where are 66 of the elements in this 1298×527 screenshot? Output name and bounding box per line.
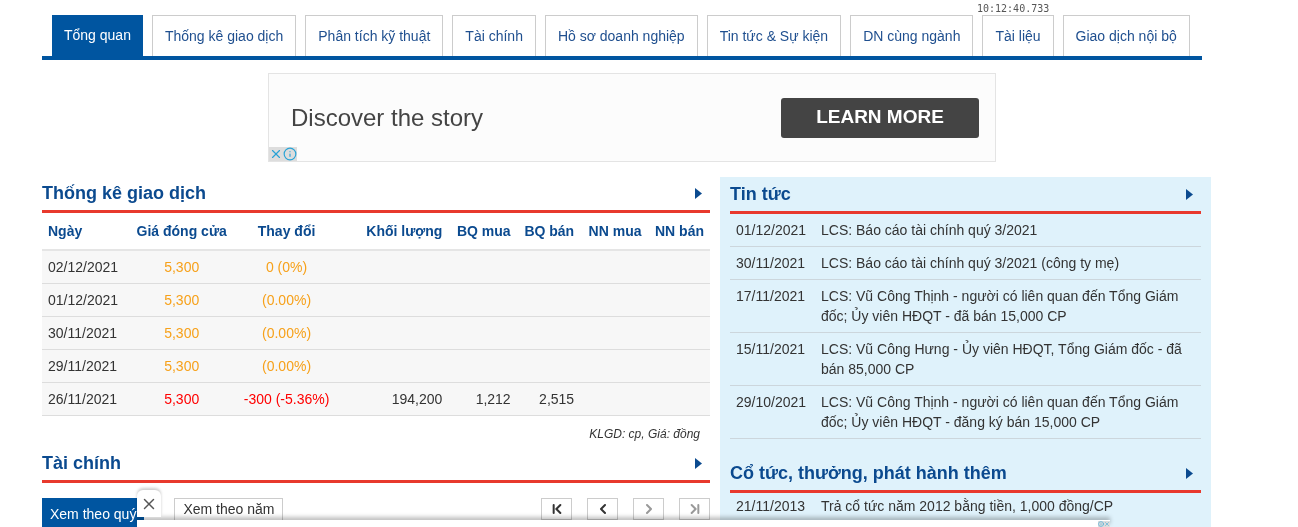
column-header: BQ mua — [456, 221, 511, 241]
table-cell-text: 5,300 — [163, 290, 201, 310]
nav-tab[interactable]: Tài liệu — [982, 15, 1054, 56]
column-header: Khối lượng — [365, 221, 443, 241]
news-link[interactable]: LCS: Vũ Công Hưng - Ủy viên HĐQT, Tổng Giám đốc - đã bán 85,000 CP — [821, 339, 1201, 379]
news-date: 29/10/2021 — [736, 393, 806, 412]
news-link[interactable]: LCS: Vũ Công Thịnh - người có liên quan đến Tổng Giám đốc; Ủy viên HĐQT - đã bán 15,000 CP — [821, 286, 1201, 326]
table-cell-text: 26/11/2021 — [48, 389, 119, 409]
table-cell-text: 2,515 — [538, 389, 575, 409]
nav-tab[interactable]: Tài chính — [452, 15, 536, 56]
nav-tab[interactable]: Thống kê giao dịch — [151, 15, 297, 56]
news-link[interactable]: LCS: Báo cáo tài chính quý 3/2021 — [821, 220, 1046, 240]
nav-tab[interactable]: Tin tức & Sự kiện — [706, 15, 842, 56]
column-header: BQ bán — [523, 221, 575, 241]
nav-tab[interactable]: Phân tích kỹ thuật — [305, 15, 444, 56]
section-title: Cổ tức, thưởng, phát hành thêm — [730, 462, 1007, 485]
column-header: NN mua — [587, 221, 642, 241]
table-cell-text: 1,212 — [474, 389, 511, 409]
table-cell-text: -300 (-5.36%) — [242, 389, 331, 409]
column-header: Thay đổi — [256, 221, 317, 241]
nav-tab[interactable]: Giao dịch nội bộ — [1062, 15, 1190, 56]
section-title: Tài chính — [42, 452, 121, 475]
dividend-date: 21/11/2013 — [736, 497, 806, 515]
table-cell-text: 30/11/2021 — [48, 323, 119, 343]
news-date: 30/11/2021 — [736, 254, 806, 273]
nav-tab[interactable]: DN cùng ngành — [850, 15, 974, 56]
table-cell-text: 5,300 — [163, 389, 201, 409]
column-header: NN bán — [654, 221, 704, 241]
previous-button[interactable] — [587, 498, 618, 520]
first-page-button[interactable] — [541, 498, 572, 520]
play-arrow-icon[interactable] — [1186, 189, 1193, 200]
table-cell-text: 02/12/2021 — [48, 257, 120, 277]
close-button[interactable] — [137, 490, 161, 517]
section-title: Tin tức — [730, 183, 791, 206]
news-date: 17/11/2021 — [736, 287, 806, 306]
clock-time: 10:12:40.733 — [977, 2, 1050, 16]
news-date: 01/12/2021 — [736, 221, 806, 240]
news-link[interactable]: LCS: Vũ Công Thịnh - người có liên quan đến Tổng Giám đốc; Ủy viên HĐQT - đăng ký bán 15,000 CP — [821, 392, 1201, 432]
table-cell-text: 5,300 — [163, 323, 201, 343]
table-cell-text: 194,200 — [390, 389, 443, 409]
table-cell-text: 5,300 — [163, 257, 201, 277]
nav-tab[interactable]: Tổng quan — [52, 15, 143, 56]
table-cell-text: (0.00%) — [261, 323, 313, 343]
next-button[interactable] — [633, 498, 664, 520]
table-cell-text: 29/11/2021 — [48, 356, 119, 376]
table-cell-text: (0.00%) — [261, 290, 313, 310]
period-tab[interactable]: Xem theo năm — [174, 498, 284, 520]
column-header: Ngày — [48, 221, 84, 241]
last-page-button[interactable] — [679, 498, 710, 520]
unit-note: KLGD: cp, Giá: đồng — [589, 426, 700, 443]
ad-headline: Discover the story — [291, 102, 484, 133]
play-arrow-icon[interactable] — [1186, 468, 1193, 479]
dividend-text[interactable]: Trả cổ tức năm 2012 bằng tiền, 1,000 đồng/CP — [821, 497, 1114, 515]
nav-tab[interactable]: Hồ sơ doanh nghiệp — [544, 15, 698, 56]
section-title: Thống kê giao dịch — [42, 182, 206, 205]
learn-more-button[interactable]: LEARN MORE — [781, 97, 979, 138]
table-cell-text: 5,300 — [163, 356, 201, 376]
table-cell-text: (0.00%) — [261, 356, 313, 376]
table-cell-text: 01/12/2021 — [48, 290, 120, 310]
news-link[interactable]: LCS: Báo cáo tài chính quý 3/2021 (công ty mẹ) — [821, 253, 1128, 273]
news-date: 15/11/2021 — [736, 340, 806, 359]
play-arrow-icon[interactable] — [695, 458, 702, 469]
column-header: Giá đóng cửa — [135, 221, 228, 241]
play-arrow-icon[interactable] — [695, 188, 702, 199]
table-cell-text: 0 (0%) — [264, 257, 309, 277]
period-tab[interactable]: Xem theo quý — [42, 498, 145, 527]
